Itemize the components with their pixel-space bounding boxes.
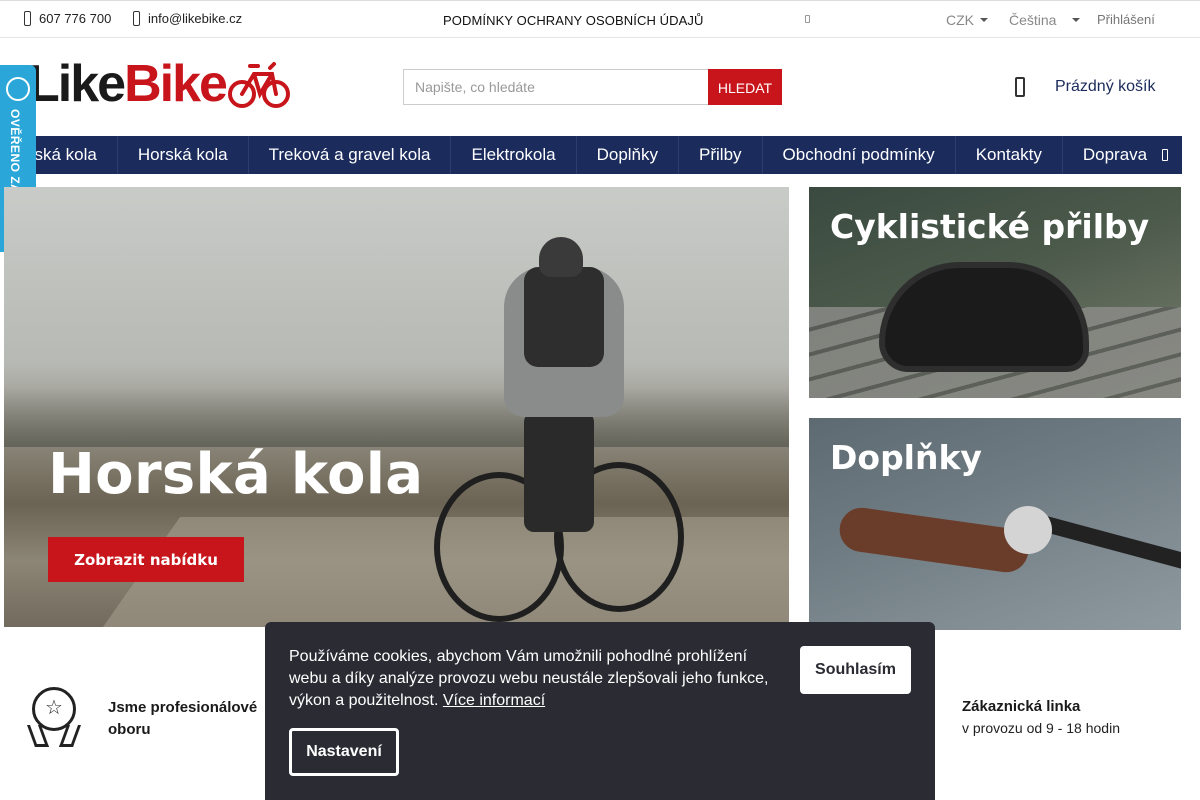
cookie-message: Používáme cookies, abychom Vám umožnili … — [289, 646, 779, 712]
accessories-tile-title: Doplňky — [830, 438, 982, 477]
main-navigation: Dětská kola Horská kola Treková a gravel… — [0, 136, 1182, 174]
grip-image — [836, 504, 1032, 576]
hero-rider-image — [434, 227, 684, 622]
cart-label: Prázdný košík — [1055, 78, 1156, 95]
cookie-banner: Používáme cookies, abychom Vám umožnili … — [265, 622, 935, 800]
email-address: info@likebike.cz — [148, 11, 243, 26]
phone-contact[interactable]: 607 776 700 — [24, 11, 111, 26]
bicycle-logo-icon — [227, 62, 290, 108]
hero-title: Horská kola — [48, 442, 424, 507]
currency-value: CZK — [946, 12, 974, 28]
top-bar: 607 776 700 info@likebike.cz PODMÍNKY OC… — [0, 0, 1200, 38]
customer-line-hours: v provozu od 9 - 18 hodin — [962, 720, 1120, 736]
verified-seal-icon — [6, 77, 30, 101]
hero-cta-button[interactable]: Zobrazit nabídku — [48, 537, 244, 582]
helmet-image — [879, 262, 1089, 372]
feature-customer-line: Zákaznická linka v provozu od 9 - 18 hod… — [962, 698, 1120, 736]
site-logo[interactable]: Like Bike — [28, 58, 290, 110]
search-button[interactable]: HLEDAT — [708, 69, 782, 105]
bell-image — [1004, 506, 1052, 554]
cookie-settings-button[interactable]: Nastavení — [289, 728, 399, 776]
rider-legs — [524, 412, 594, 532]
hero-banner[interactable]: Horská kola Zobrazit nabídku — [4, 187, 789, 627]
chevron-down-icon — [1072, 18, 1081, 22]
award-medal-icon: ☆ — [26, 687, 82, 747]
phone-icon — [24, 11, 31, 26]
nav-item-contacts[interactable]: Kontakty — [956, 136, 1063, 174]
customer-line-title: Zákaznická linka — [962, 698, 1081, 715]
phone-number: 607 776 700 — [39, 11, 112, 26]
feature-professionals-text: Jsme profesionálové oboru — [108, 699, 258, 738]
search-form: HLEDAT — [403, 69, 782, 105]
cart-link[interactable]: Prázdný košík — [1015, 77, 1155, 97]
mail-icon — [133, 11, 140, 26]
helmets-tile[interactable]: Cyklistické přilby — [809, 187, 1181, 398]
rider-backpack — [524, 267, 604, 367]
login-link[interactable]: Přihlášení — [1097, 12, 1155, 27]
helmets-tile-title: Cyklistické přilby — [830, 207, 1150, 246]
logo-text-like: Like — [28, 55, 126, 113]
nav-item-accessories[interactable]: Doplňky — [577, 136, 680, 174]
menu-more-icon — [1162, 149, 1168, 161]
shopping-bag-icon — [1015, 77, 1025, 97]
language-value: Čeština — [1009, 12, 1057, 28]
rider-helmet — [539, 237, 583, 277]
search-input[interactable] — [403, 69, 708, 105]
language-select[interactable]: Čeština — [1009, 12, 1081, 28]
site-header: Like Bike HLEDAT Prázdný košík — [0, 38, 1200, 136]
cookie-agree-button[interactable]: Souhlasím — [800, 646, 911, 694]
menu-toggle-icon[interactable] — [805, 15, 810, 23]
privacy-link[interactable]: PODMÍNKY OCHRANY OSOBNÍCH ÚDAJŮ — [443, 13, 704, 28]
nav-item-ebikes[interactable]: Elektrokola — [451, 136, 577, 174]
nav-item-trekking-gravel[interactable]: Treková a gravel kola — [249, 136, 452, 174]
accessories-tile[interactable]: Doplňky — [809, 418, 1181, 630]
nav-item-mountain-bikes[interactable]: Horská kola — [118, 136, 249, 174]
nav-item-helmets[interactable]: Přilby — [679, 136, 763, 174]
cookie-more-info-link[interactable]: Více informací — [443, 692, 545, 709]
currency-select[interactable]: CZK — [946, 12, 988, 28]
nav-more-button[interactable] — [1148, 136, 1182, 174]
logo-text-bike: Bike — [124, 55, 228, 113]
nav-item-terms[interactable]: Obchodní podmínky — [763, 136, 956, 174]
email-contact[interactable]: info@likebike.cz — [133, 11, 242, 26]
chevron-down-icon — [980, 18, 988, 22]
